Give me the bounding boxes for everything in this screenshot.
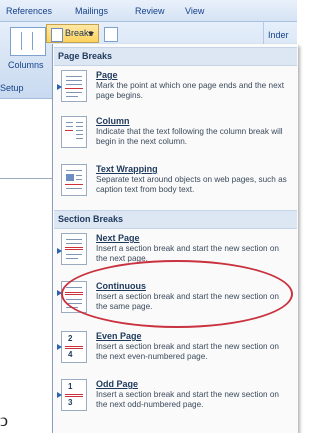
breaks-icon (51, 28, 63, 42)
ribbon-tab-bar: References Mailings Review View (0, 0, 297, 22)
tab-review[interactable]: Review (135, 6, 165, 16)
menu-item-description: Indicate that the text following the col… (96, 127, 283, 146)
menu-item-even-page[interactable]: 2 4 Even Page Insert a section break and… (54, 327, 297, 371)
menu-item-continuous[interactable]: Continuous Insert a section break and st… (54, 277, 297, 321)
menu-item-next-page[interactable]: Next Page Insert a section break and sta… (54, 229, 297, 273)
even-page-icon: 2 4 (57, 331, 87, 363)
menu-item-description: Mark the point at which one page ends an… (96, 81, 284, 100)
even-icon-number: 4 (68, 350, 73, 359)
menu-item-description: Insert a section break and start the new… (96, 292, 279, 311)
menu-item-title: Even Page (96, 331, 142, 341)
menu-item-title: Page (96, 70, 118, 80)
page-breaks-header-label: Page Breaks (58, 51, 113, 61)
document-text-fragment: ↄ (0, 410, 8, 430)
tab-references[interactable]: References (6, 6, 52, 16)
columns-button-label[interactable]: Columns (8, 60, 44, 70)
odd-icon-number: 1 (68, 382, 73, 391)
menu-item-description: Insert a section break and start the new… (96, 390, 279, 409)
columns-icon[interactable] (10, 27, 46, 56)
continuous-icon (57, 281, 87, 313)
text-wrapping-icon (61, 164, 87, 196)
menu-item-text-wrapping[interactable]: Text Wrapping Separate text around objec… (54, 160, 297, 204)
odd-icon-number: 3 (68, 398, 73, 407)
odd-page-icon: 1 3 (57, 379, 87, 411)
menu-item-odd-page[interactable]: 1 3 Odd Page Insert a section break and … (54, 375, 297, 419)
column-break-icon (61, 116, 87, 148)
menu-item-title: Column (96, 116, 130, 126)
document-edge (0, 178, 52, 179)
page-setup-group-label: Setup (0, 83, 24, 93)
line-numbers-icon[interactable] (104, 27, 118, 42)
menu-item-description: Separate text around objects on web page… (96, 175, 287, 194)
section-breaks-header-label: Section Breaks (58, 214, 124, 224)
menu-item-title: Next Page (96, 233, 140, 243)
menu-item-column[interactable]: Column Indicate that the text following … (54, 112, 297, 156)
menu-item-description: Insert a section break and start the new… (96, 342, 279, 361)
breaks-dropdown-menu: Page Breaks Page Mark the point at which… (52, 44, 298, 433)
chevron-down-icon (88, 32, 94, 36)
menu-item-page[interactable]: Page Mark the point at which one page en… (54, 66, 297, 110)
page-break-icon (57, 70, 87, 102)
menu-item-description: Insert a section break and start the new… (96, 244, 279, 263)
page-breaks-header: Page Breaks (54, 47, 297, 66)
menu-item-title: Text Wrapping (96, 164, 158, 174)
indent-label: Inder (268, 30, 289, 40)
even-icon-number: 2 (68, 334, 73, 343)
tab-mailings[interactable]: Mailings (75, 6, 108, 16)
next-page-icon (57, 233, 87, 265)
breaks-button[interactable]: Breaks (46, 24, 99, 43)
tab-view[interactable]: View (185, 6, 204, 16)
section-breaks-header: Section Breaks (54, 210, 297, 229)
menu-item-title: Odd Page (96, 379, 139, 389)
menu-item-title: Continuous (96, 281, 146, 291)
